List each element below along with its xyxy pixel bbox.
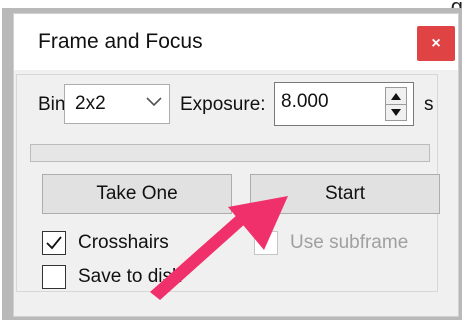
- close-icon: ×: [431, 34, 441, 52]
- save-to-disk-checkbox[interactable]: [42, 265, 66, 289]
- exposure-value: 8.000: [281, 91, 329, 112]
- chevron-down-icon: [146, 97, 162, 107]
- spin-up-button[interactable]: [386, 88, 406, 105]
- title-bar[interactable]: Frame and Focus ×: [14, 14, 458, 70]
- progress-bar: [30, 144, 430, 162]
- bin-label: Bin: [38, 94, 66, 115]
- exposure-label: Exposure:: [180, 94, 266, 115]
- close-button[interactable]: ×: [417, 26, 455, 61]
- save-to-disk-label: Save to disk: [78, 266, 182, 287]
- crosshairs-checkbox[interactable]: [42, 231, 66, 255]
- bin-select[interactable]: 2x2: [64, 84, 170, 124]
- triangle-down-icon: [391, 108, 401, 116]
- spin-down-button[interactable]: [386, 104, 406, 120]
- window-title: Frame and Focus: [38, 30, 203, 53]
- use-subframe-label: Use subframe: [290, 232, 409, 253]
- take-one-button[interactable]: Take One: [42, 174, 232, 214]
- crosshairs-label: Crosshairs: [78, 232, 169, 253]
- bin-select-value: 2x2: [75, 93, 106, 114]
- exposure-spinner[interactable]: [385, 87, 407, 121]
- checkmark-icon: [46, 236, 62, 250]
- start-button[interactable]: Start: [250, 174, 440, 214]
- use-subframe-checkbox[interactable]: [254, 231, 278, 255]
- triangle-up-icon: [391, 92, 401, 100]
- exposure-unit: s: [424, 94, 434, 115]
